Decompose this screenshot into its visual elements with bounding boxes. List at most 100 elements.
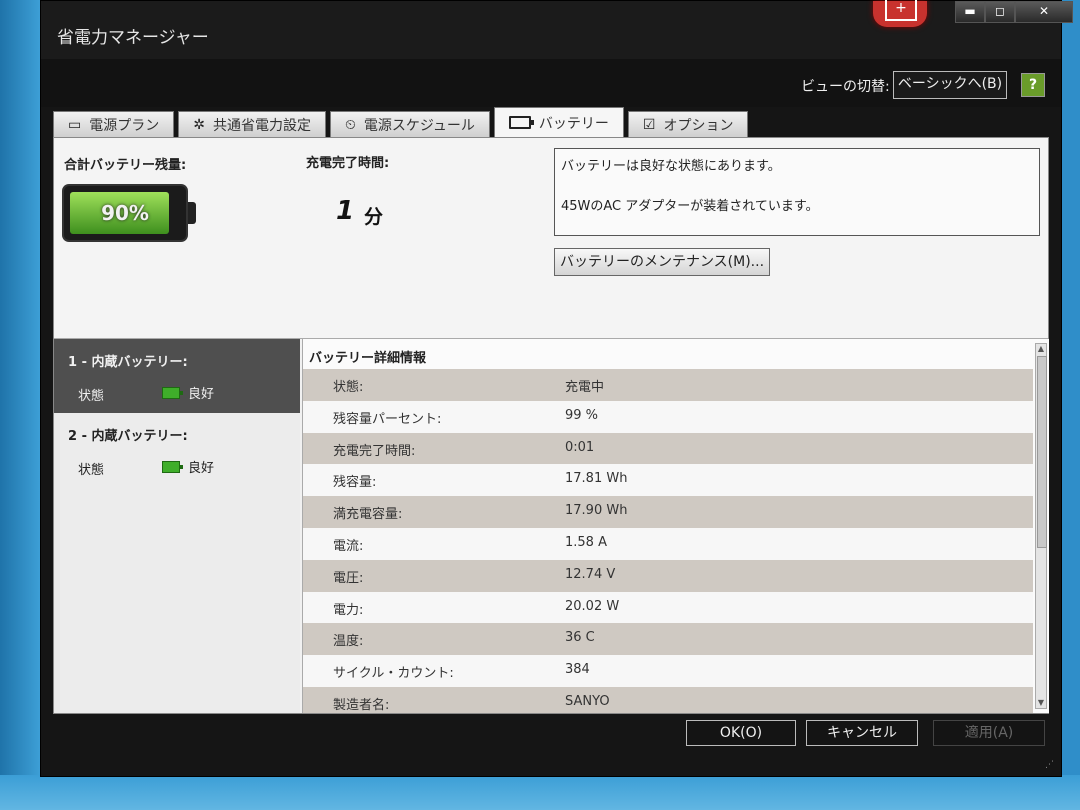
detail-value: 17.81 Wh xyxy=(565,471,628,487)
battery-tab-content: 合計バッテリー残量: 90% 充電完了時間: 1 分 バッテリーは良好な状態にあ… xyxy=(53,137,1049,714)
detail-key: 電力: xyxy=(333,602,364,618)
battery-status-label: 状態 xyxy=(78,463,105,478)
tab-power-plan[interactable]: ▭ 電源プラン xyxy=(53,111,175,137)
cancel-button[interactable]: キャンセル xyxy=(806,720,918,746)
scroll-up-icon[interactable]: ▲ xyxy=(1036,344,1046,354)
tab-label: オプション xyxy=(663,117,734,134)
battery-item-1[interactable]: 1 - 内蔵バッテリー: 状態 良好 xyxy=(54,339,300,413)
close-icon: ✕ xyxy=(1038,4,1050,18)
charge-time-label: 充電完了時間: xyxy=(306,156,390,171)
battery-gauge: 90% xyxy=(64,186,186,240)
view-switch-label: ビューの切替: xyxy=(801,79,890,95)
total-battery-label: 合計バッテリー残量: xyxy=(64,158,187,173)
tab-common-settings[interactable]: ✲ 共通省電力設定 xyxy=(178,111,326,137)
battery-plus-icon: + xyxy=(873,0,927,27)
resize-grip-icon[interactable]: ⋰ xyxy=(1045,760,1057,772)
detail-row: 電力: 20.02 W xyxy=(303,591,1033,624)
tab-bar: ▭ 電源プラン ✲ 共通省電力設定 ⏲ 電源スケジュール バッテリー ☑ オプシ… xyxy=(53,107,752,137)
minimize-button[interactable]: ▬ xyxy=(955,1,985,23)
ac-adapter-message: 45WのAC アダプターが装着されています。 xyxy=(561,199,819,214)
scroll-thumb[interactable] xyxy=(1037,356,1047,548)
gear-icon: ✲ xyxy=(193,116,205,133)
battery-health-message: バッテリーは良好な状態にあります。 xyxy=(561,159,781,174)
battery-good-icon xyxy=(162,387,183,399)
ok-button[interactable]: OK(O) xyxy=(686,720,796,746)
detail-row: サイクル・カウント: 384 xyxy=(303,655,1033,687)
detail-key: サイクル・カウント: xyxy=(333,666,454,682)
detail-key: 電圧: xyxy=(333,570,364,586)
battery-status-message: バッテリーは良好な状態にあります。 45WのAC アダプターが装着されています。 xyxy=(554,148,1040,236)
detail-value: 充電中 xyxy=(565,380,605,395)
tab-label: 共通省電力設定 xyxy=(212,117,311,134)
detail-value: 12.74 V xyxy=(565,566,616,582)
detail-key: 製造者名: xyxy=(333,697,390,713)
detail-value: 17.90 Wh xyxy=(565,503,628,519)
detail-value: SANYO xyxy=(565,693,610,709)
desktop-taskbar-edge xyxy=(0,775,1080,810)
charge-time-value: 1 xyxy=(336,196,355,226)
window-controls: ▬ ◻ ✕ xyxy=(955,1,1073,23)
tab-label: 電源プラン xyxy=(89,117,160,134)
detail-key: 充電完了時間: xyxy=(333,443,416,459)
battery-status-value: 良好 xyxy=(188,461,215,476)
tab-power-schedule[interactable]: ⏲ 電源スケジュール xyxy=(329,111,490,137)
battery-details-title: バッテリー詳細情報 xyxy=(309,351,427,366)
scroll-down-icon[interactable]: ▼ xyxy=(1036,698,1046,708)
detail-row: 残容量: 17.81 Wh xyxy=(303,464,1033,497)
detail-value: 36 C xyxy=(565,630,595,646)
plug-icon: ▭ xyxy=(68,116,82,133)
battery-name: 1 - 内蔵バッテリー: xyxy=(68,355,188,370)
detail-row: 満充電容量: 17.90 Wh xyxy=(303,496,1033,528)
maximize-icon: ◻ xyxy=(995,4,1005,18)
switch-to-basic-button[interactable]: ベーシックへ(B) xyxy=(893,71,1007,99)
detail-row: 状態: 充電中 xyxy=(303,369,1033,401)
battery-status-label: 状態 xyxy=(78,389,105,404)
detail-value: 20.02 W xyxy=(565,598,620,614)
battery-item-2[interactable]: 2 - 内蔵バッテリー: 状態 良好 xyxy=(54,413,300,493)
battery-status-value: 良好 xyxy=(188,387,215,402)
battery-percent: 90% xyxy=(101,201,149,225)
tab-battery[interactable]: バッテリー xyxy=(493,107,624,137)
dialog-footer: OK(O) キャンセル 適用(A) ⋰ xyxy=(41,714,1061,776)
maximize-button[interactable]: ◻ xyxy=(985,1,1015,23)
battery-details-table: 状態: 充電中 残容量パーセント: 99 % 充電完了時間: 0:01 残容量: 17.… xyxy=(303,369,1033,713)
detail-value: 99 % xyxy=(565,407,599,423)
tab-options[interactable]: ☑ オプション xyxy=(627,111,749,137)
detail-key: 電流: xyxy=(333,538,364,554)
help-button[interactable]: ? xyxy=(1021,73,1045,97)
minimize-icon: ▬ xyxy=(964,4,976,18)
detail-row: 電圧: 12.74 V xyxy=(303,559,1033,592)
detail-value: 1.58 A xyxy=(565,534,607,550)
title-bar[interactable]: 省電力マネージャー + ▬ ◻ ✕ xyxy=(41,0,1073,59)
battery-icon xyxy=(508,116,534,129)
detail-key: 残容量パーセント: xyxy=(333,411,442,427)
detail-value: 0:01 xyxy=(565,439,595,455)
detail-value: 384 xyxy=(565,662,590,678)
detail-key: 温度: xyxy=(333,634,364,650)
help-icon: ? xyxy=(1028,77,1038,93)
detail-row: 残容量パーセント: 99 % xyxy=(303,400,1033,433)
detail-row: 製造者名: SANYO xyxy=(303,686,1033,713)
checkbox-icon: ☑ xyxy=(642,116,656,133)
details-scrollbar[interactable]: ▲ ▼ xyxy=(1035,343,1047,709)
charge-time-unit: 分 xyxy=(364,206,384,228)
battery-name: 2 - 内蔵バッテリー: xyxy=(68,429,188,444)
apply-button[interactable]: 適用(A) xyxy=(933,720,1045,746)
battery-summary-panel: 合計バッテリー残量: 90% 充電完了時間: 1 分 バッテリーは良好な状態にあ… xyxy=(54,138,1048,339)
tab-label: 電源スケジュール xyxy=(363,117,475,134)
battery-maintenance-button[interactable]: バッテリーのメンテナンス(M)... xyxy=(554,248,770,276)
detail-key: 満充電容量: xyxy=(333,507,403,523)
close-button[interactable]: ✕ xyxy=(1015,1,1073,23)
battery-list: 1 - 内蔵バッテリー: 状態 良好 2 - 内蔵バッテリー: 状態 良好 xyxy=(54,339,300,713)
detail-row: 充電完了時間: 0:01 xyxy=(303,432,1033,465)
detail-key: 残容量: xyxy=(333,475,377,491)
detail-row: 電流: 1.58 A xyxy=(303,527,1033,560)
view-switch-bar: ビューの切替: ベーシックへ(B) ? xyxy=(41,59,1061,107)
schedule-icon: ⏲ xyxy=(344,116,356,133)
desktop-background xyxy=(0,0,40,810)
detail-key: 状態: xyxy=(333,380,364,395)
battery-good-icon xyxy=(162,461,183,473)
detail-row: 温度: 36 C xyxy=(303,623,1033,656)
window-title: 省電力マネージャー xyxy=(57,28,209,48)
power-manager-window: 省電力マネージャー + ▬ ◻ ✕ ビューの切替: ベーシックへ(B) ? ▭ … xyxy=(40,0,1073,777)
